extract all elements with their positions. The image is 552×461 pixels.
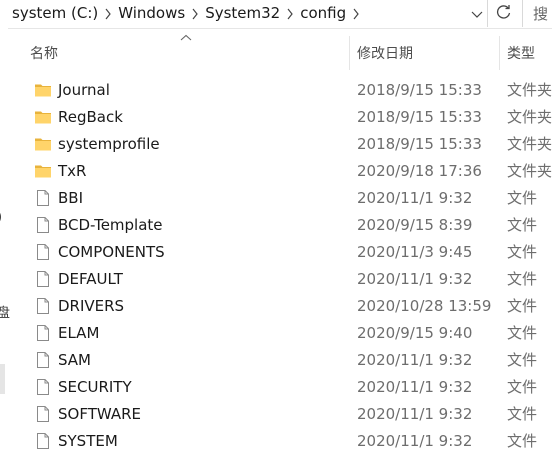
file-modified-date: 2020/11/1 9:32 — [357, 270, 473, 288]
file-modified-date: 2018/9/15 15:33 — [357, 81, 482, 99]
file-type: 文件 — [507, 378, 538, 396]
table-row[interactable]: systemprofile 2018/9/15 15:33 文件夹 — [8, 131, 552, 158]
chevron-down-icon — [471, 4, 483, 23]
search-input[interactable]: 搜 — [522, 0, 552, 27]
column-header-name-label: 名称 — [30, 46, 58, 62]
table-row[interactable]: BBI 2020/11/1 9:32 文件 — [8, 185, 552, 212]
file-icon — [34, 405, 52, 423]
file-icon — [34, 378, 52, 396]
file-name: RegBack — [58, 108, 123, 126]
file-name: systemprofile — [58, 135, 160, 153]
refresh-icon — [496, 4, 512, 24]
column-header-date-label: 修改日期 — [357, 46, 413, 62]
file-type: 文件 — [507, 243, 538, 261]
table-row[interactable]: SECURITY 2020/11/1 9:32 文件 — [8, 374, 552, 401]
file-icon — [34, 297, 52, 315]
file-modified-date: 2020/11/1 9:32 — [357, 432, 473, 450]
file-type: 文件 — [507, 351, 538, 369]
file-icon — [34, 324, 52, 342]
file-type: 文件夹 — [507, 162, 552, 180]
breadcrumb-system32[interactable]: System32 — [205, 0, 280, 27]
file-modified-date: 2020/11/1 9:32 — [357, 378, 473, 396]
file-modified-date: 2020/10/28 13:59 — [357, 297, 492, 315]
file-type: 文件 — [507, 297, 538, 315]
chevron-right-icon[interactable] — [280, 0, 300, 27]
file-name: DEFAULT — [58, 270, 123, 288]
table-row[interactable]: SOFTWARE 2020/11/1 9:32 文件 — [8, 401, 552, 428]
file-explorer-window: system (C:) Windows System32 config 搜 盘 … — [0, 0, 552, 461]
file-icon — [34, 270, 52, 288]
table-row[interactable]: COMPONENTS 2020/11/3 9:45 文件 — [8, 239, 552, 266]
chevron-right-icon[interactable] — [185, 0, 205, 27]
breadcrumb-windows[interactable]: Windows — [118, 0, 185, 27]
table-row[interactable]: RegBack 2018/9/15 15:33 文件夹 — [8, 104, 552, 131]
search-placeholder: 搜 — [533, 5, 549, 23]
file-type: 文件 — [507, 324, 538, 342]
table-row[interactable]: SAM 2020/11/1 9:32 文件 — [8, 347, 552, 374]
file-modified-date: 2018/9/15 15:33 — [357, 108, 482, 126]
file-modified-date: 2020/11/3 9:45 — [357, 243, 473, 261]
file-name: SECURITY — [58, 378, 132, 396]
file-name: SAM — [58, 351, 92, 369]
table-row[interactable]: BCD-Template 2020/9/15 8:39 文件 — [8, 212, 552, 239]
file-modified-date: 2020/9/18 17:36 — [357, 162, 482, 180]
file-name: ELAM — [58, 324, 100, 342]
file-modified-date: 2020/11/1 9:32 — [357, 189, 473, 207]
table-row[interactable]: ELAM 2020/9/15 9:40 文件 — [8, 320, 552, 347]
file-modified-date: 2020/11/1 9:32 — [357, 405, 473, 423]
navigation-pane: ) 盘 — [0, 28, 10, 461]
column-divider[interactable] — [349, 36, 350, 70]
table-row[interactable]: DEFAULT 2020/11/1 9:32 文件 — [8, 266, 552, 293]
file-icon — [34, 243, 52, 261]
refresh-button[interactable] — [489, 0, 519, 27]
folder-icon — [34, 81, 52, 99]
file-name: Journal — [58, 81, 110, 99]
file-type: 文件 — [507, 432, 538, 450]
chevron-right-icon[interactable] — [346, 0, 366, 27]
file-type: 文件夹 — [507, 135, 552, 153]
file-icon — [34, 432, 52, 450]
file-modified-date: 2018/9/15 15:33 — [357, 135, 482, 153]
file-name: SOFTWARE — [58, 405, 142, 423]
chevron-right-icon[interactable] — [98, 0, 118, 27]
file-modified-date: 2020/9/15 8:39 — [357, 216, 473, 234]
table-row[interactable]: TxR 2020/9/18 17:36 文件夹 — [8, 158, 552, 185]
column-divider[interactable] — [499, 36, 500, 70]
file-type: 文件 — [507, 270, 538, 288]
breadcrumb-config[interactable]: config — [300, 0, 346, 27]
file-type: 文件 — [507, 189, 538, 207]
file-type: 文件 — [507, 216, 538, 234]
column-header-name[interactable]: 名称 — [30, 36, 348, 70]
file-modified-date: 2020/11/1 9:32 — [357, 351, 473, 369]
file-type: 文件 — [507, 405, 538, 423]
table-row[interactable]: Journal 2018/9/15 15:33 文件夹 — [8, 77, 552, 104]
file-icon — [34, 189, 52, 207]
file-name: SYSTEM — [58, 432, 118, 450]
breadcrumb-system-drive[interactable]: system (C:) — [0, 0, 98, 27]
table-row[interactable]: DRIVERS 2020/10/28 13:59 文件 — [8, 293, 552, 320]
folder-icon — [34, 135, 52, 153]
file-name: COMPONENTS — [58, 243, 165, 261]
file-type: 文件夹 — [507, 81, 552, 99]
column-header-type[interactable]: 类型 — [507, 36, 552, 70]
file-icon — [34, 216, 52, 234]
file-modified-date: 2020/9/15 9:40 — [357, 324, 473, 342]
file-icon — [34, 351, 52, 369]
navigation-pane-item[interactable]: ) — [0, 210, 2, 225]
file-name: BBI — [58, 189, 84, 207]
navigation-pane-selected-item[interactable] — [0, 364, 5, 394]
folder-icon — [34, 108, 52, 126]
column-header-type-label: 类型 — [507, 46, 535, 62]
address-bar: system (C:) Windows System32 config 搜 — [0, 0, 552, 29]
file-name: DRIVERS — [58, 297, 125, 315]
address-history-button[interactable] — [468, 0, 486, 27]
folder-icon — [34, 162, 52, 180]
breadcrumb[interactable]: system (C:) Windows System32 config — [0, 0, 488, 27]
file-name: TxR — [58, 162, 87, 180]
file-name: BCD-Template — [58, 216, 163, 234]
file-type: 文件夹 — [507, 108, 552, 126]
table-row[interactable]: SYSTEM 2020/11/1 9:32 文件 — [8, 428, 552, 455]
column-header-date[interactable]: 修改日期 — [357, 36, 497, 70]
